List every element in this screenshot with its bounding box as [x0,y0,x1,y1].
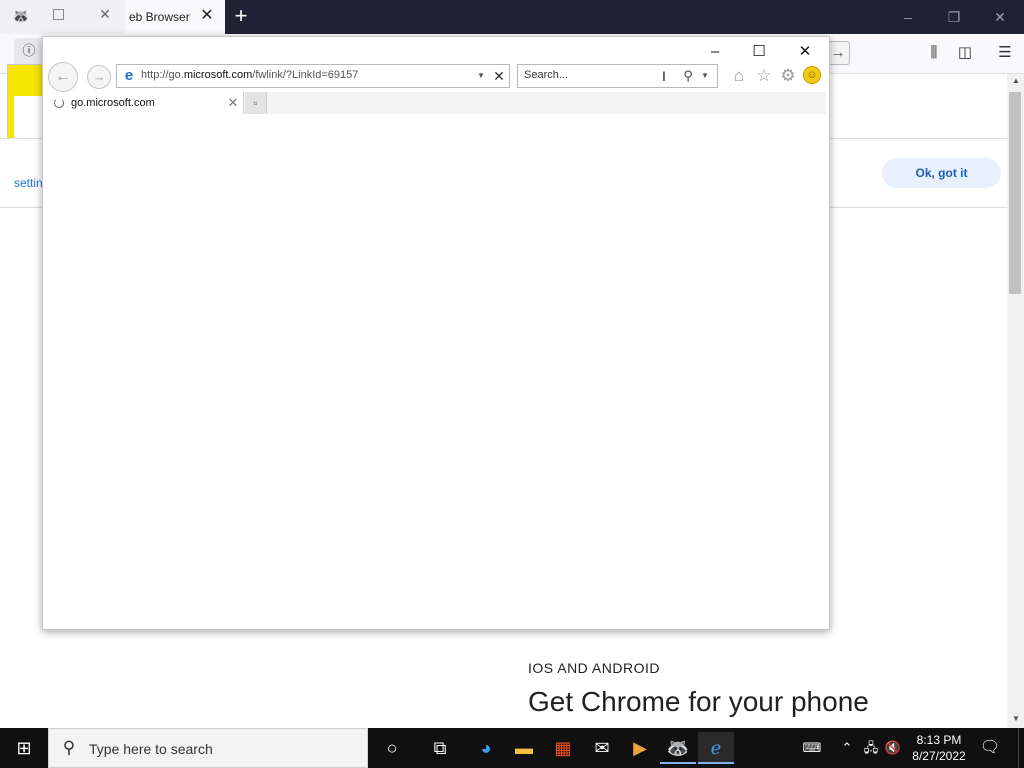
firefox-tab-small-window[interactable]: 🦝 ✕ [0,0,125,34]
favorites-star-icon[interactable]: ☆ [753,65,775,87]
url-host: microsoft.com [183,69,253,81]
taskbar-search-placeholder: Type here to search [89,741,213,757]
home-icon[interactable]: ⌂ [728,65,750,87]
minimize-icon[interactable]: – [703,43,727,61]
search-icon: ⚲ [62,738,76,757]
scroll-up-arrow-icon[interactable]: ▲ [1010,74,1022,88]
stop-loading-icon[interactable]: ✕ [491,67,507,85]
clock-date[interactable]: 8/27/2022 [906,749,972,763]
settings-link[interactable]: settin [14,176,43,190]
address-url[interactable]: http://go.microsoft.com/fwlink/?LinkId=6… [141,69,358,81]
internet-explorer-window: – ☐ ✕ ← → e http://go.microsoft.com/fwli… [42,36,830,630]
feedback-smiley-icon[interactable]: ☺ [803,66,821,84]
address-bar[interactable]: e http://go.microsoft.com/fwlink/?LinkId… [116,64,510,88]
store-icon[interactable]: ▦ [545,732,581,764]
taskbar: ⊞ ⚲ Type here to search ○ ⧉ ◕ ▬ ▦ ✉ ▶ 🦝 … [0,728,1024,768]
raccoon-app-icon[interactable]: 🦝 [660,732,696,764]
tab-close-icon[interactable]: ✕ [226,94,240,112]
edge-icon[interactable]: ◕ [468,732,504,764]
search-icon[interactable]: ⚲ [680,67,696,85]
show-desktop-button[interactable] [1018,728,1024,768]
task-view-icon[interactable]: ⧉ [422,732,458,764]
taskbar-search-box[interactable]: ⚲ Type here to search [48,728,368,768]
tab-close-icon[interactable]: ✕ [198,7,216,25]
settings-gear-icon[interactable]: ⚙ [777,65,799,87]
file-explorer-icon[interactable]: ▬ [506,732,542,764]
close-window-icon[interactable]: ✕ [988,6,1012,28]
search-input[interactable] [524,69,654,81]
text-cursor-icon: I [662,68,666,84]
volume-muted-icon[interactable]: 🔇 [884,738,902,758]
mail-icon[interactable]: ✉ [584,732,620,764]
new-tab-plus-icon[interactable]: + [230,4,252,28]
address-dropdown-icon[interactable]: ▼ [475,68,487,84]
restore-icon[interactable]: ❐ [942,6,966,28]
cortana-icon[interactable]: ○ [374,732,410,764]
library-icon[interactable]: ⫼ [924,42,944,64]
scroll-down-arrow-icon[interactable]: ▼ [1010,712,1022,726]
tab-title: eb Browser [129,10,190,24]
ie-tab[interactable]: go.microsoft.com ✕ [46,92,244,114]
info-icon[interactable]: ⓘ [20,42,38,60]
new-tab-button[interactable]: ▫ [245,92,267,114]
url-path: /fwlink/?LinkId=69157 [252,69,359,81]
clock-time[interactable]: 8:13 PM [906,733,972,747]
media-player-icon[interactable]: ▶ [622,732,658,764]
ie-tab-title: go.microsoft.com [71,97,155,109]
input-keyboard-icon[interactable]: ⌨ [800,738,824,758]
hamburger-menu-icon[interactable]: ☰ [995,42,1015,64]
windows-start-icon[interactable]: ⊞ [0,728,48,768]
close-icon[interactable]: ✕ [98,6,112,24]
ok-got-it-button[interactable]: Ok, got it [882,158,1001,188]
page-heading: Get Chrome for your phone [528,686,869,717]
raccoon-app-icon: 🦝 [12,8,30,24]
close-icon[interactable]: ✕ [793,43,817,61]
ie-tab-bar: go.microsoft.com ✕ ▫ [46,92,826,114]
search-box[interactable]: I ⚲ ▼ [517,64,718,88]
ie-logo-icon: e [124,67,134,84]
back-arrow-icon[interactable]: ← [48,62,78,92]
internet-explorer-icon[interactable]: ℯ [698,732,734,764]
section-label: IOS AND ANDROID [528,660,660,676]
forward-arrow-icon[interactable]: → [87,65,111,89]
search-dropdown-icon[interactable]: ▼ [699,68,711,84]
url-prefix: http://go. [141,69,184,81]
network-icon[interactable]: 🖧 [862,738,880,758]
chevron-up-icon[interactable]: ⌃ [838,738,856,758]
minimize-icon[interactable]: – [896,6,920,28]
sidebar-icon[interactable]: ◫ [955,42,975,64]
scrollbar-thumb[interactable] [1009,92,1021,294]
notifications-icon[interactable]: 🗨 [978,736,1002,760]
maximize-icon[interactable]: ☐ [747,43,771,61]
maximize-icon[interactable] [53,9,64,20]
loading-spinner-icon [54,98,64,108]
